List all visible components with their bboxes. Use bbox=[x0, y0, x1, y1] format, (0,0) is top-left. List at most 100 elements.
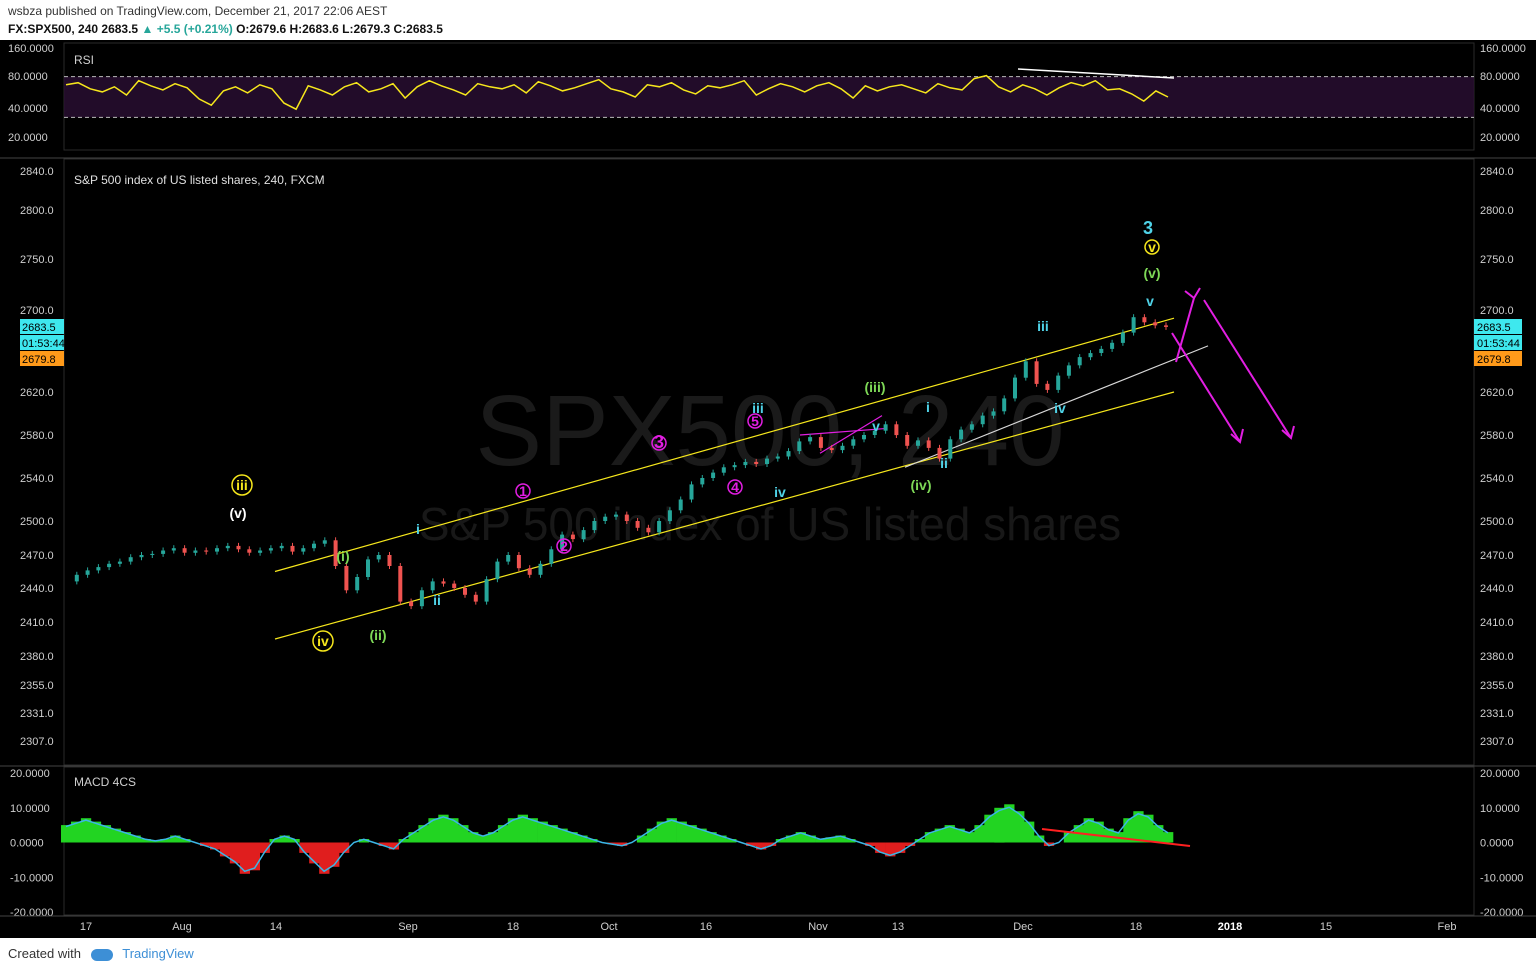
x-tick-label: Aug bbox=[172, 921, 192, 933]
macd-tick-label: -20.0000 bbox=[10, 907, 53, 919]
price-tick-label: 2750.0 bbox=[1480, 254, 1514, 266]
wave-label: 4 bbox=[731, 479, 739, 495]
candle-body bbox=[969, 424, 974, 430]
rsi-tick-label: 80.0000 bbox=[1480, 71, 1520, 83]
x-tick-label: Sep bbox=[398, 921, 418, 933]
x-tick-label: Oct bbox=[600, 921, 617, 933]
open-price-label: 2679.8 bbox=[22, 354, 56, 366]
x-tick-label: 18 bbox=[1130, 921, 1142, 933]
macd-bar bbox=[924, 832, 936, 843]
candle-body bbox=[1153, 322, 1158, 326]
candle-body bbox=[204, 550, 209, 552]
candle-body bbox=[268, 548, 273, 551]
rsi-tick-label: 160.0000 bbox=[1480, 43, 1526, 55]
wave-label: iv bbox=[1054, 400, 1066, 416]
candle-body bbox=[215, 548, 219, 552]
candle-body bbox=[301, 548, 306, 552]
symbol-label: FX:SPX500, 240 bbox=[8, 22, 99, 36]
wave-label: 3 bbox=[1143, 218, 1153, 238]
candle-body bbox=[905, 435, 910, 446]
macd-tick-label: 10.0000 bbox=[10, 803, 50, 815]
rsi-tick-label: 20.0000 bbox=[1480, 132, 1520, 144]
x-tick-label: Nov bbox=[808, 921, 828, 933]
macd-bar bbox=[458, 825, 469, 843]
watermark-symbol: SPX500, 240 bbox=[475, 375, 1064, 487]
candle-body bbox=[258, 550, 263, 553]
candle-body bbox=[883, 424, 888, 431]
candle-body bbox=[765, 458, 769, 464]
candle-body bbox=[894, 424, 899, 436]
ohlc-values: O:2679.6 H:2683.6 L:2679.3 C:2683.5 bbox=[236, 22, 443, 36]
wave-label: 1 bbox=[519, 483, 527, 499]
chart-canvas[interactable]: RSI160.0000 160.000080.0000 80.000040.0000… bbox=[0, 40, 1536, 938]
candle-body bbox=[603, 516, 608, 521]
x-tick-label: 2018 bbox=[1218, 921, 1242, 933]
macd-bar bbox=[418, 825, 429, 843]
candle-body bbox=[419, 590, 424, 607]
candle-body bbox=[538, 563, 543, 575]
created-with: Created with TradingView bbox=[8, 946, 194, 961]
candle-body bbox=[527, 568, 532, 575]
price-tick-label: 2580.0 bbox=[1480, 430, 1514, 442]
candle-body bbox=[430, 581, 435, 591]
rsi-band bbox=[64, 76, 1474, 118]
candle-body bbox=[851, 439, 856, 446]
candle-body bbox=[570, 534, 575, 540]
x-tick-label: 15 bbox=[1320, 921, 1332, 933]
rsi-tick-label: 20.0000 bbox=[8, 132, 48, 144]
candle-body bbox=[247, 549, 252, 553]
macd-bar bbox=[1153, 825, 1164, 843]
candle-body bbox=[96, 567, 101, 571]
macd-bar bbox=[1024, 821, 1035, 843]
header-bar: wsbza published on TradingView.com, Dece… bbox=[0, 0, 1536, 40]
candle-body bbox=[754, 461, 759, 464]
rsi-tick-label: 80.0000 bbox=[8, 71, 48, 83]
candle-body bbox=[743, 461, 748, 466]
wave-label: iii bbox=[752, 400, 764, 416]
x-tick-label: 18 bbox=[507, 921, 519, 933]
created-with-text: Created with bbox=[8, 946, 81, 961]
candle-body bbox=[1142, 317, 1147, 323]
candle-body bbox=[355, 577, 360, 591]
price-tick-label: 2440.0 bbox=[1480, 583, 1514, 595]
macd-title: MACD 4CS bbox=[74, 775, 136, 789]
candle-body bbox=[862, 435, 866, 440]
price-tick-label: 2440.0 bbox=[20, 583, 54, 595]
author-name[interactable]: wsbza bbox=[8, 4, 42, 18]
price-tick-label: 2380.0 bbox=[20, 651, 54, 663]
price-tick-label: 2410.0 bbox=[20, 617, 54, 629]
price-title: S&P 500 index of US listed shares, 240, … bbox=[74, 173, 325, 187]
macd-tick-label: 20.0000 bbox=[10, 768, 50, 780]
price-tick-label: 2620.0 bbox=[20, 387, 54, 399]
candle-body bbox=[959, 429, 964, 440]
candle-body bbox=[236, 545, 241, 550]
candle-body bbox=[818, 437, 823, 448]
price-tick-label: 2500.0 bbox=[20, 516, 54, 528]
price-tick-label: 2470.0 bbox=[1480, 550, 1514, 562]
wave-label: (v) bbox=[229, 505, 246, 521]
price-tick-label: 2580.0 bbox=[20, 430, 54, 442]
macd-bar bbox=[646, 828, 658, 843]
candle-body bbox=[786, 451, 791, 457]
rsi-title: RSI bbox=[74, 53, 94, 67]
price-tick-label: 2410.0 bbox=[1480, 617, 1514, 629]
candle-body bbox=[614, 514, 618, 517]
tradingview-link[interactable]: TradingView bbox=[122, 946, 194, 961]
macd-bar bbox=[497, 825, 509, 843]
candle-body bbox=[980, 415, 985, 425]
candle-body bbox=[139, 555, 144, 558]
candle-body bbox=[829, 447, 834, 451]
wave-label: ii bbox=[940, 455, 948, 471]
candle-body bbox=[107, 563, 112, 568]
price-tick-label: 2800.0 bbox=[1480, 205, 1514, 217]
macd-tick-label: -10.0000 bbox=[10, 872, 53, 884]
candle-body bbox=[1077, 357, 1082, 366]
candle-body bbox=[1131, 317, 1136, 333]
candle-body bbox=[657, 521, 662, 533]
candle-body bbox=[322, 540, 327, 544]
wave-label: (iv) bbox=[911, 477, 932, 493]
price-tick-label: 2840.0 bbox=[1480, 166, 1514, 178]
candle-body bbox=[473, 594, 478, 602]
candle-body bbox=[797, 441, 802, 452]
macd-bar bbox=[1014, 811, 1025, 843]
